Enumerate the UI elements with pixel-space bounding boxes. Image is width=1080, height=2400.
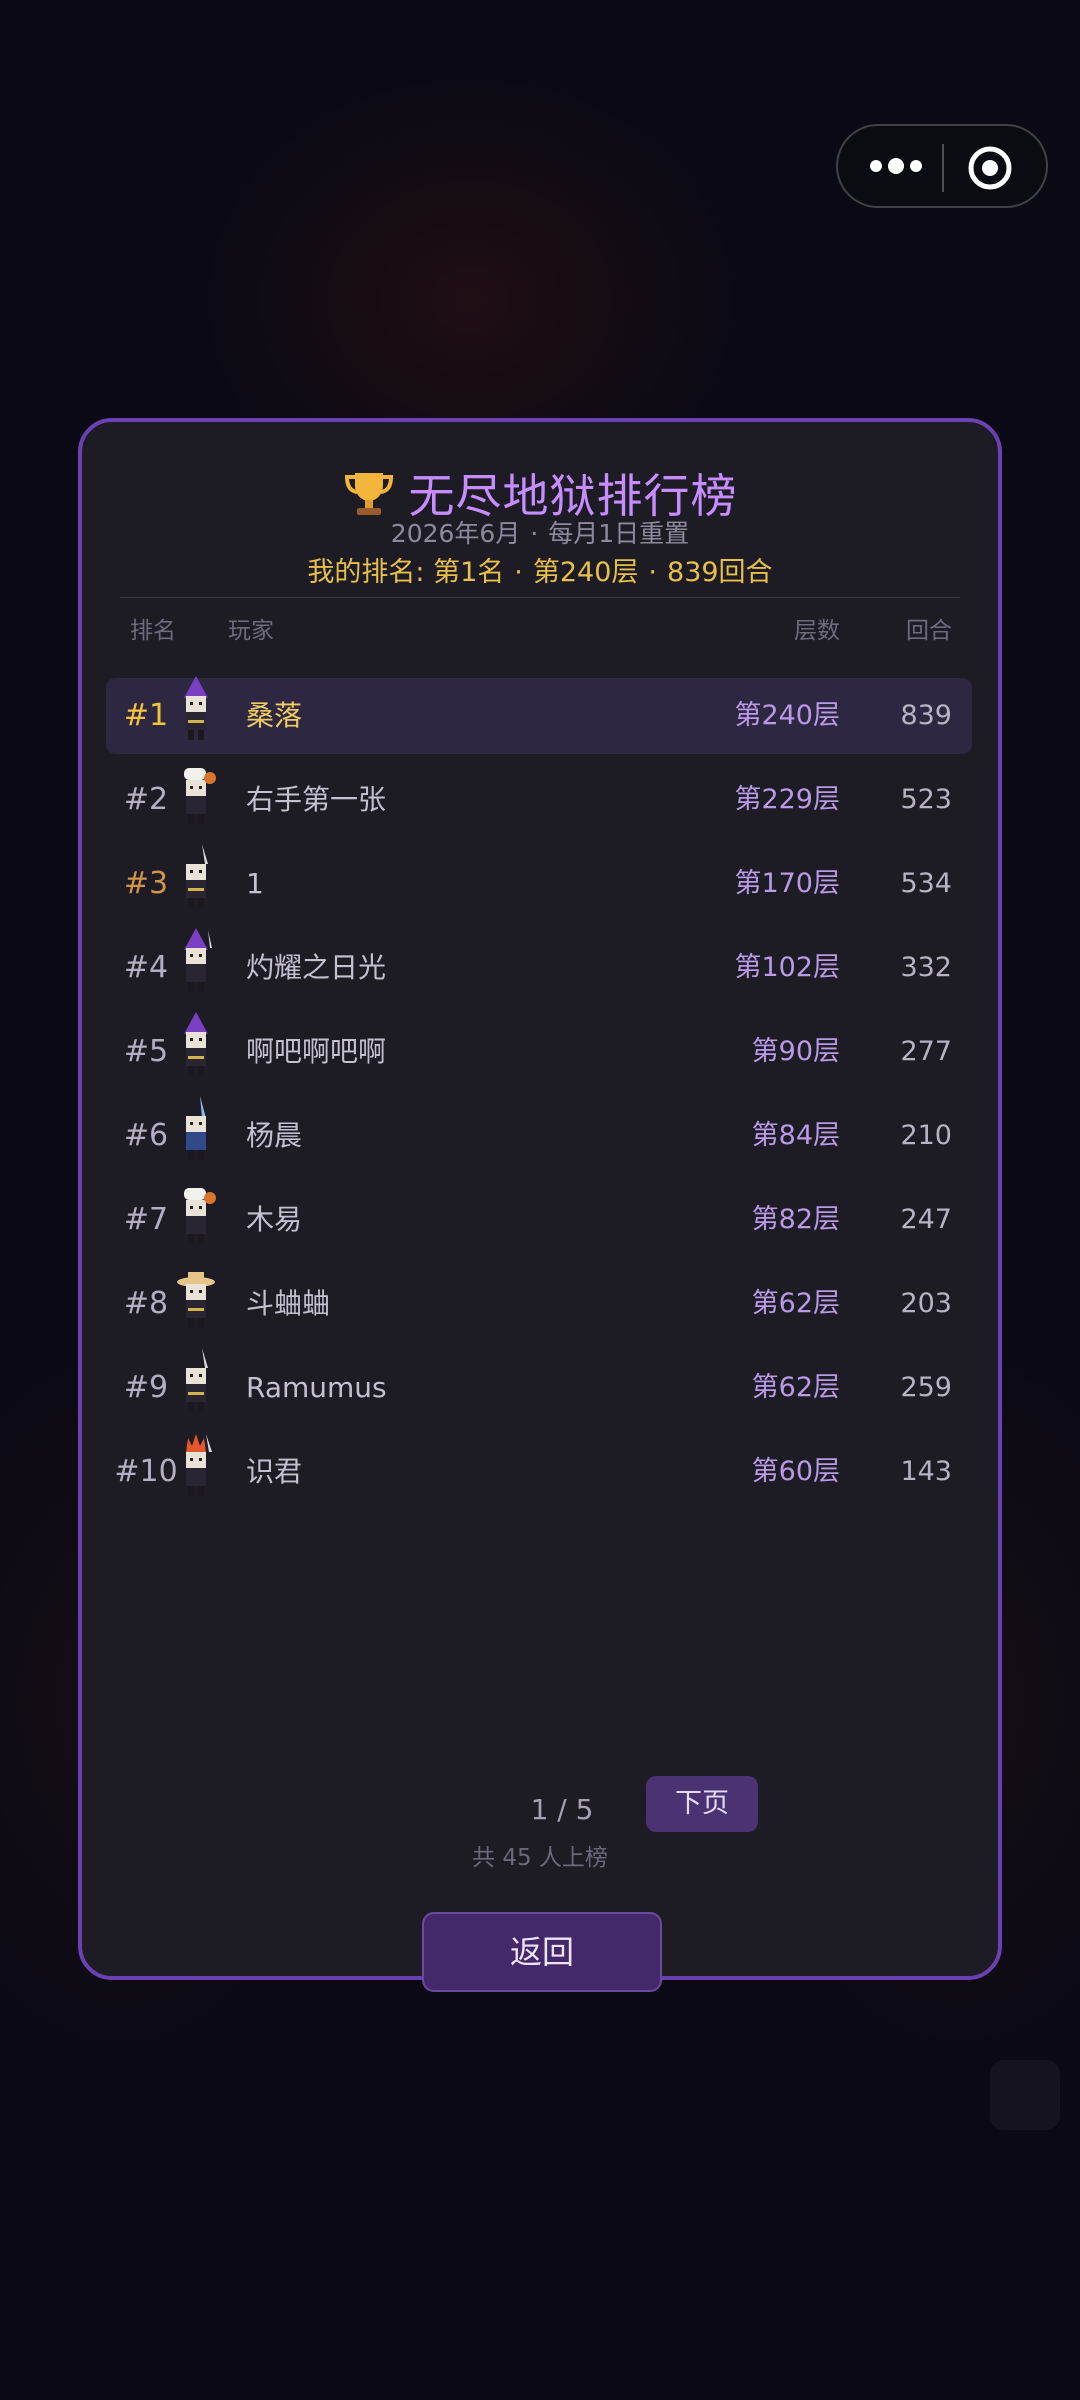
player-name: Ramumus <box>246 1371 387 1404</box>
capsule-divider <box>942 144 944 192</box>
player-turns: 210 <box>900 1120 952 1151</box>
my-rank-floor: 第240层 <box>532 557 639 588</box>
season-info: 2026年6月 · 每月1日重置 <box>82 514 998 554</box>
player-name: 桑落 <box>246 699 303 732</box>
player-floor: 第90层 <box>751 1036 840 1067</box>
wizard-avatar-icon <box>184 676 208 740</box>
player-floor: 第229层 <box>734 784 840 815</box>
player-floor: 第62层 <box>751 1288 840 1319</box>
chef-avatar-icon <box>184 1188 216 1244</box>
page-indicator: 1 / 5 <box>530 1793 594 1826</box>
player-floor: 第62层 <box>751 1372 840 1403</box>
player-turns: 534 <box>900 868 952 899</box>
leaderboard-row[interactable]: #9 Ramumus 第62层 259 <box>106 1348 972 1426</box>
player-name: 木易 <box>246 1203 303 1236</box>
leaderboard-row[interactable]: #2 右手第一张 第229层 523 <box>106 762 972 838</box>
separator-dot: · <box>648 557 658 588</box>
swordsman-avatar-icon <box>186 1348 208 1412</box>
more-dots-icon[interactable] <box>868 152 924 180</box>
leaderboard-row[interactable]: #10 识君 第60层 143 <box>106 1434 972 1510</box>
column-header-player: 玩家 <box>228 618 274 644</box>
player-name: 右手第一张 <box>246 783 387 816</box>
player-turns: 203 <box>900 1288 952 1319</box>
leaderboard-panel: 无尽地狱排行榜 2026年6月 · 每月1日重置 我的排名: 第1名 · 第240层 · 8… <box>78 418 1002 1992</box>
player-name: 杨晨 <box>246 1119 303 1152</box>
leaderboard-row[interactable]: #3 1 第170层 534 <box>106 844 972 922</box>
column-header-floor: 层数 <box>794 618 840 644</box>
player-turns: 247 <box>900 1204 952 1235</box>
player-floor: 第102层 <box>734 952 840 983</box>
background-settings-icon <box>990 2060 1060 2130</box>
player-floor: 第84层 <box>751 1120 840 1151</box>
leaderboard-row[interactable]: #7 木易 第82层 247 <box>106 1182 972 1258</box>
player-name: 啊吧啊吧啊 <box>246 1035 387 1068</box>
back-button[interactable]: 返回 <box>422 1912 662 1992</box>
fire-hair-avatar-icon <box>186 1434 212 1496</box>
player-floor: 第82层 <box>751 1204 840 1235</box>
my-rank-label: 我的排名: 第1名 <box>307 557 505 588</box>
my-rank-turns: 839回合 <box>667 557 773 588</box>
player-turns: 143 <box>900 1456 952 1487</box>
player-turns: 839 <box>900 700 952 731</box>
wizard-avatar-icon <box>184 928 212 992</box>
player-floor: 第170层 <box>734 868 840 899</box>
leaderboard-row-highlighted[interactable]: #1 桑落 第240层 839 <box>106 676 972 754</box>
leaderboard-row[interactable]: #5 啊吧啊吧啊 第90层 277 <box>106 1012 972 1090</box>
player-name: 灼耀之日光 <box>246 951 387 984</box>
trophy-icon <box>344 473 393 515</box>
wizard-avatar-icon <box>184 1012 208 1076</box>
total-players-count: 共 45 人上榜 <box>472 1845 608 1871</box>
player-name: 识君 <box>246 1455 303 1488</box>
chef-avatar-icon <box>184 768 216 824</box>
leaderboard-row[interactable]: #8 斗蛐蛐 第62层 203 <box>106 1266 972 1342</box>
leaderboard-row[interactable]: #6 杨晨 第84层 210 <box>106 1096 972 1174</box>
column-header-rank: 排名 <box>130 618 176 644</box>
player-turns: 259 <box>900 1372 952 1403</box>
knight-avatar-icon <box>186 1096 206 1160</box>
reset-info: 每月1日重置 <box>548 519 690 548</box>
player-floor: 第240层 <box>734 700 840 731</box>
header-divider <box>120 597 960 598</box>
player-floor: 第60层 <box>751 1456 840 1487</box>
column-header-turns: 回合 <box>906 618 952 644</box>
leaderboard-row[interactable]: #4 灼耀之日光 第102层 332 <box>106 928 972 1006</box>
farmer-avatar-icon <box>177 1272 215 1328</box>
player-name: 1 <box>246 867 264 900</box>
player-turns: 277 <box>900 1036 952 1067</box>
season-month: 2026年6月 <box>390 519 521 548</box>
miniprogram-capsule <box>836 124 1048 208</box>
separator-dot: · <box>514 557 523 588</box>
separator-dot: · <box>530 519 539 548</box>
target-circle-icon[interactable] <box>966 144 1014 192</box>
next-page-button[interactable]: 下页 <box>646 1776 758 1832</box>
player-name: 斗蛐蛐 <box>246 1287 331 1320</box>
my-rank-summary: 我的排名: 第1名 · 第240层 · 839回合 <box>82 552 998 594</box>
swordsman-avatar-icon <box>186 844 208 908</box>
player-turns: 332 <box>900 952 952 983</box>
player-turns: 523 <box>900 784 952 815</box>
